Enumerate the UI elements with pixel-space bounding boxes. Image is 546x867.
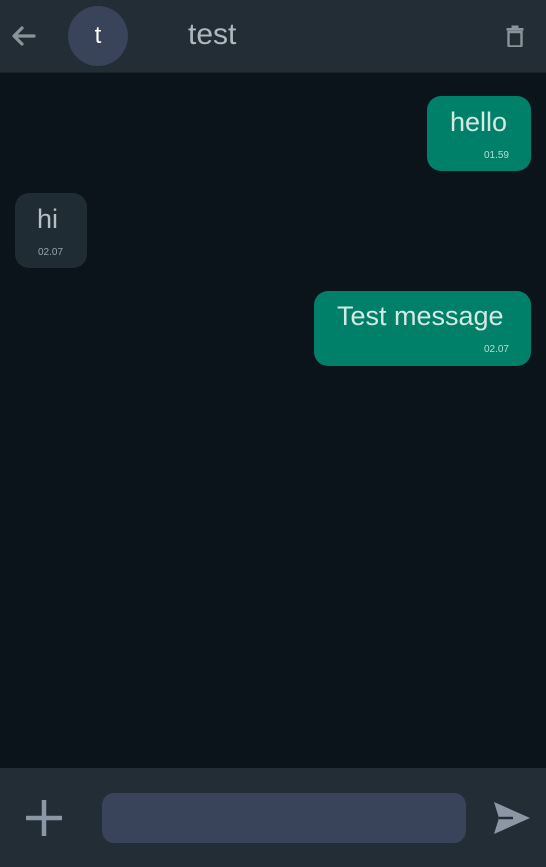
avatar[interactable]: t xyxy=(68,6,128,66)
send-icon xyxy=(494,802,530,834)
message-text: Test message xyxy=(337,301,504,331)
message-bubble-incoming[interactable]: hi 02.07 xyxy=(15,193,87,268)
message-bubble-outgoing[interactable]: hello 01.59 xyxy=(427,96,531,171)
chat-app: t test hello 01.59 hi 02.07 Test message… xyxy=(0,0,546,867)
message-text: hi xyxy=(37,204,59,234)
message-time: 01.59 xyxy=(483,150,509,161)
message-input[interactable] xyxy=(102,793,466,843)
message-list: hello 01.59 hi 02.07 Test message 02.07 xyxy=(0,73,546,768)
message-composer xyxy=(0,768,546,867)
avatar-initial: t xyxy=(94,22,102,49)
trash-icon xyxy=(506,25,524,47)
send-button[interactable] xyxy=(492,800,532,836)
message-time: 02.07 xyxy=(483,344,509,355)
arrow-left-icon xyxy=(12,26,36,46)
message-bubble-outgoing[interactable]: Test message 02.07 xyxy=(314,291,531,366)
chat-title: test xyxy=(188,18,237,51)
plus-icon xyxy=(26,800,62,836)
message-text: hello xyxy=(450,107,508,137)
delete-chat-button[interactable] xyxy=(502,22,528,50)
back-button[interactable] xyxy=(8,20,38,52)
add-attachment-button[interactable] xyxy=(22,796,66,840)
chat-header: t test xyxy=(0,0,546,73)
message-time: 02.07 xyxy=(38,247,64,258)
